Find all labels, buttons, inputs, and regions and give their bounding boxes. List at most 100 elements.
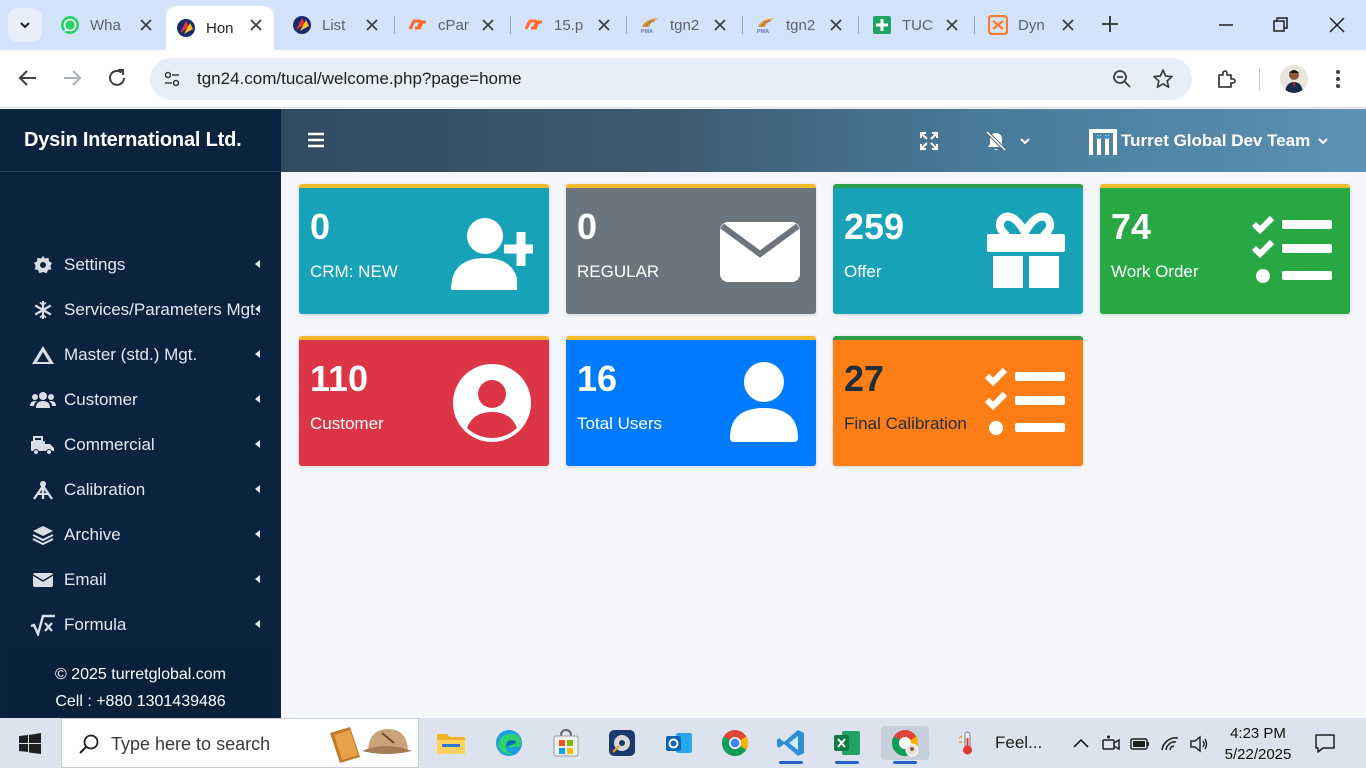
chevron-down-icon[interactable]	[1317, 135, 1329, 147]
chevron-up-icon[interactable]	[1071, 734, 1091, 754]
browser-tab[interactable]: cPar	[398, 6, 506, 44]
sidebar-item-archive[interactable]: Archive	[0, 512, 281, 557]
sidebar-item-label: Settings	[64, 254, 126, 274]
stat-card-regular[interactable]: 0 REGULAR	[566, 184, 816, 314]
stat-label: REGULAR	[577, 262, 660, 281]
profile-avatar[interactable]	[1280, 65, 1308, 93]
user-circle-icon	[453, 364, 531, 442]
clock-date: 5/22/2025	[1224, 746, 1292, 763]
bell-slash-icon[interactable]	[985, 130, 1007, 152]
taskbar-chrome-profile-active[interactable]	[881, 726, 929, 764]
more-menu-icon[interactable]	[1328, 66, 1348, 92]
team-name[interactable]: Turret Global Dev Team	[1121, 131, 1310, 151]
wifi-icon[interactable]	[1160, 734, 1180, 754]
address-bar[interactable]: tgn24.com/tucal/welcome.php?page=home	[150, 58, 1192, 100]
sidebar-item-master[interactable]: Master (std.) Mgt.	[0, 332, 281, 377]
bookmark-star-icon[interactable]	[1152, 68, 1174, 90]
browser-tab[interactable]: Dyn	[978, 6, 1086, 44]
edge-browser-icon	[496, 730, 522, 756]
taskbar-store[interactable]	[548, 726, 584, 760]
extensions-puzzle-icon[interactable]	[1215, 67, 1239, 91]
browser-tab[interactable]: PMA tgn2	[630, 6, 738, 44]
windows-start-icon[interactable]	[19, 733, 41, 755]
search-highlight-illustration-icon	[330, 727, 412, 763]
chrome-icon	[721, 730, 749, 757]
close-icon[interactable]	[712, 17, 728, 33]
sidebar-item-formula[interactable]: Formula	[0, 602, 281, 647]
close-window-icon[interactable]	[1325, 13, 1349, 37]
back-arrow-icon[interactable]	[15, 65, 41, 91]
sidebar-item-label: Master (std.) Mgt.	[64, 344, 198, 364]
close-icon[interactable]	[1060, 17, 1076, 33]
url-text[interactable]: tgn24.com/tucal/welcome.php?page=home	[197, 69, 522, 89]
close-icon[interactable]	[138, 17, 154, 33]
hamburger-menu-icon[interactable]	[307, 131, 325, 149]
tab-title: TUC	[902, 16, 933, 34]
browser-tab[interactable]: List	[282, 6, 390, 44]
tab-separator	[974, 16, 975, 34]
team-logo-icon	[1089, 129, 1117, 155]
close-icon[interactable]	[828, 17, 844, 33]
tab-search-button[interactable]	[8, 8, 42, 42]
fullscreen-icon[interactable]	[920, 132, 938, 150]
close-icon[interactable]	[364, 17, 380, 33]
battery-icon[interactable]	[1130, 734, 1150, 754]
taskbar-edge[interactable]	[491, 726, 527, 760]
stat-card-offer[interactable]: 259 Offer	[833, 184, 1083, 314]
stat-card-customer[interactable]: 110 Customer	[299, 336, 549, 466]
close-icon[interactable]	[480, 17, 496, 33]
taskbar-clock[interactable]: 4:23 PM 5/22/2025	[1218, 723, 1298, 765]
stat-card-crm-new[interactable]: 0 CRM: NEW	[299, 184, 549, 314]
sidebar-item-commercial[interactable]: Commercial	[0, 422, 281, 467]
stat-card-final-calibration[interactable]: 27 Final Calibration	[833, 336, 1083, 466]
taskbar-media-app[interactable]	[604, 726, 640, 760]
browser-tab-active[interactable]: Hon	[166, 6, 274, 50]
browser-tab[interactable]: 15.p	[514, 6, 622, 44]
sidebar-item-customer[interactable]: Customer	[0, 377, 281, 422]
sidebar-item-services[interactable]: Services/Parameters Mgt.	[0, 287, 281, 332]
new-tab-plus-icon[interactable]	[1098, 12, 1122, 36]
chevron-down-icon[interactable]	[1019, 135, 1031, 147]
app-sidebar: Dysin International Ltd. Settings Servic…	[0, 109, 281, 718]
forward-arrow-icon[interactable]	[59, 65, 85, 91]
close-icon[interactable]	[944, 17, 960, 33]
stat-card-total-users[interactable]: 16 Total Users	[566, 336, 816, 466]
taskbar-vscode[interactable]	[773, 726, 809, 764]
close-icon[interactable]	[596, 17, 612, 33]
tab-separator	[858, 16, 859, 34]
minimize-icon[interactable]	[1214, 13, 1238, 37]
taskbar-excel[interactable]	[829, 726, 865, 764]
sidebar-item-calibration[interactable]: Calibration	[0, 467, 281, 512]
sidebar-item-email[interactable]: Email	[0, 557, 281, 602]
taskbar-outlook[interactable]	[661, 726, 697, 760]
taskbar-chrome[interactable]	[717, 726, 753, 760]
tab-title: tgn2	[786, 16, 816, 34]
stat-label: Customer	[310, 414, 384, 433]
triangle-warning-icon	[30, 344, 56, 366]
camera-icon[interactable]	[1101, 734, 1121, 754]
restore-icon[interactable]	[1268, 13, 1292, 37]
browser-tab[interactable]: Wha	[50, 6, 164, 44]
browser-tab[interactable]: PMA tgn2	[746, 6, 854, 44]
taskbar-weather[interactable]: Feel...	[955, 730, 1042, 756]
sidebar-item-settings[interactable]: Settings	[0, 242, 281, 287]
stat-value: 27	[844, 358, 885, 399]
notification-icon[interactable]	[1314, 732, 1336, 754]
zoom-icon[interactable]	[1112, 69, 1132, 89]
tab-title: 15.p	[554, 16, 584, 34]
sidebar-item-label: Formula	[64, 614, 127, 634]
stat-card-work-order[interactable]: 74 Work Order	[1100, 184, 1350, 314]
taskbar-search-box[interactable]: Type here to search	[61, 718, 419, 768]
taskbar-file-explorer[interactable]	[433, 726, 469, 760]
tab-title: tgn2	[670, 16, 700, 34]
brand-title[interactable]: Dysin International Ltd.	[0, 109, 281, 172]
checklist-icon	[1252, 215, 1332, 283]
reload-icon[interactable]	[104, 65, 130, 91]
phpmyadmin-icon: PMA	[756, 15, 776, 35]
svg-text:PMA: PMA	[641, 29, 653, 35]
close-icon[interactable]	[248, 17, 264, 33]
speaker-icon[interactable]	[1189, 734, 1209, 754]
browser-tab[interactable]: TUC	[862, 6, 970, 44]
tab-separator	[626, 16, 627, 34]
site-info-icon[interactable]	[162, 69, 182, 89]
